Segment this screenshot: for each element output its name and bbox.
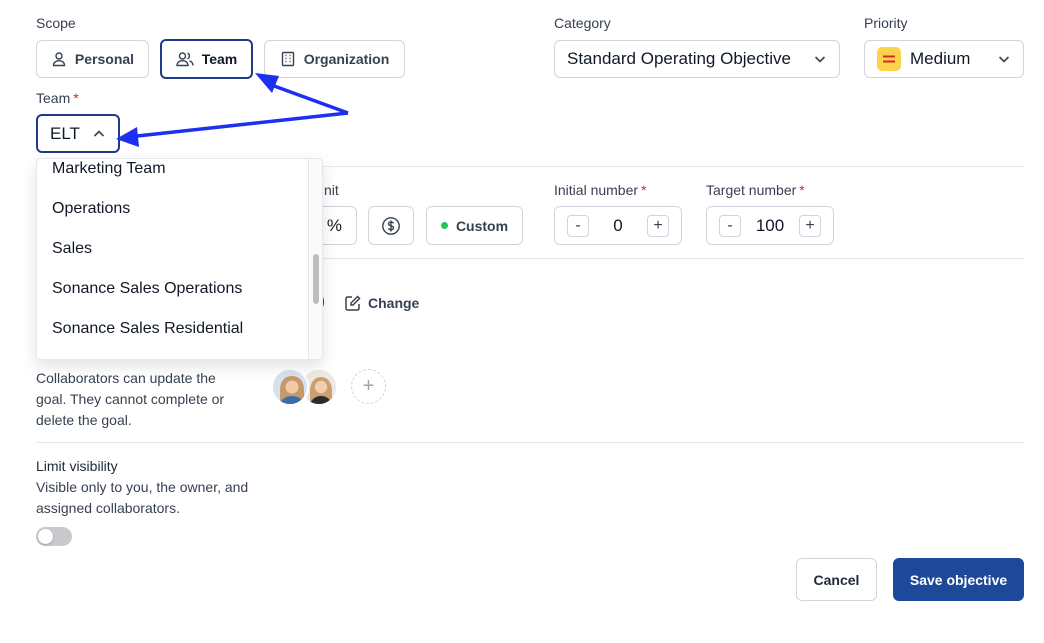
dropdown-option[interactable]: Sonance Sales Residential: [52, 320, 243, 338]
dollar-circle-icon: [382, 216, 400, 235]
building-icon: [281, 51, 294, 67]
priority-label: Priority: [864, 15, 908, 31]
required-asterisk: *: [799, 182, 805, 198]
decrement-button[interactable]: -: [719, 214, 741, 237]
dropdown-scrollbar[interactable]: [308, 159, 322, 359]
team-dropdown-menu: Marketing Team Operations Sales Sonance …: [36, 158, 323, 360]
toggle-knob: [38, 529, 53, 544]
scope-team-label: Team: [201, 51, 238, 67]
initial-number-value[interactable]: 0: [589, 216, 647, 236]
target-number-value[interactable]: 100: [741, 216, 799, 236]
limit-visibility-label: Limit visibility: [36, 458, 118, 474]
team-value: ELT: [50, 123, 80, 143]
category-value: Standard Operating Objective: [567, 49, 791, 68]
target-number-label: Target number *: [706, 182, 805, 198]
dropdown-option[interactable]: Operations: [52, 200, 130, 218]
team-label: Team *: [36, 90, 79, 106]
initial-number-label: Initial number *: [554, 182, 647, 198]
custom-status-dot: [440, 222, 448, 229]
scope-personal-button[interactable]: Personal: [36, 40, 149, 78]
dropdown-option[interactable]: Sales: [52, 240, 92, 258]
initial-number-label-text: Initial number: [554, 182, 639, 198]
limit-visibility-toggle[interactable]: [36, 527, 72, 546]
chevron-down-icon: [814, 56, 826, 63]
required-asterisk: *: [641, 182, 647, 198]
scope-organization-label: Organization: [303, 51, 390, 67]
chevron-up-icon: [93, 129, 105, 137]
priority-value: Medium: [910, 49, 971, 68]
edit-icon: [345, 295, 361, 311]
unit-label: nit: [324, 182, 339, 198]
avatar[interactable]: [271, 368, 309, 406]
team-select[interactable]: ELT: [36, 114, 120, 153]
initial-number-stepper[interactable]: - 0 +: [554, 206, 682, 245]
unit-currency-button[interactable]: [368, 206, 414, 245]
category-select[interactable]: Standard Operating Objective: [554, 40, 840, 78]
custom-label: Custom: [455, 217, 509, 234]
required-asterisk: *: [73, 90, 79, 106]
target-number-stepper[interactable]: - 100 +: [706, 206, 834, 245]
add-collaborator-button[interactable]: +: [351, 369, 386, 404]
dropdown-option[interactable]: Sonance Sales Operations: [52, 280, 242, 298]
decrement-button[interactable]: -: [567, 214, 589, 237]
increment-button[interactable]: +: [647, 214, 669, 237]
category-label: Category: [554, 15, 611, 31]
scope-label: Scope: [36, 15, 76, 31]
priority-medium-icon: [877, 47, 901, 71]
chevron-down-icon: [998, 56, 1010, 63]
dropdown-option[interactable]: Marketing Team: [52, 160, 166, 178]
change-owner-label: Change: [368, 295, 420, 311]
cancel-button[interactable]: Cancel: [796, 558, 877, 601]
percent-icon: %: [326, 215, 342, 235]
collaborators-description: Collaborators can update the goal. They …: [36, 370, 225, 428]
scrollbar-thumb[interactable]: [313, 254, 319, 304]
increment-button[interactable]: +: [799, 214, 821, 237]
limit-visibility-description: Visible only to you, the owner, and assi…: [36, 479, 249, 516]
save-objective-button[interactable]: Save objective: [893, 558, 1024, 601]
scope-organization-button[interactable]: Organization: [264, 40, 405, 78]
scope-personal-label: Personal: [74, 51, 135, 67]
user-icon: [52, 52, 66, 67]
divider: [36, 442, 1024, 443]
team-label-text: Team: [36, 90, 71, 106]
change-owner-button[interactable]: Change: [344, 290, 426, 316]
target-number-label-text: Target number: [706, 182, 797, 198]
unit-custom-button[interactable]: Custom: [426, 206, 523, 245]
priority-select[interactable]: Medium: [864, 40, 1024, 78]
scope-team-button[interactable]: Team: [160, 39, 253, 79]
users-icon: [176, 52, 194, 67]
